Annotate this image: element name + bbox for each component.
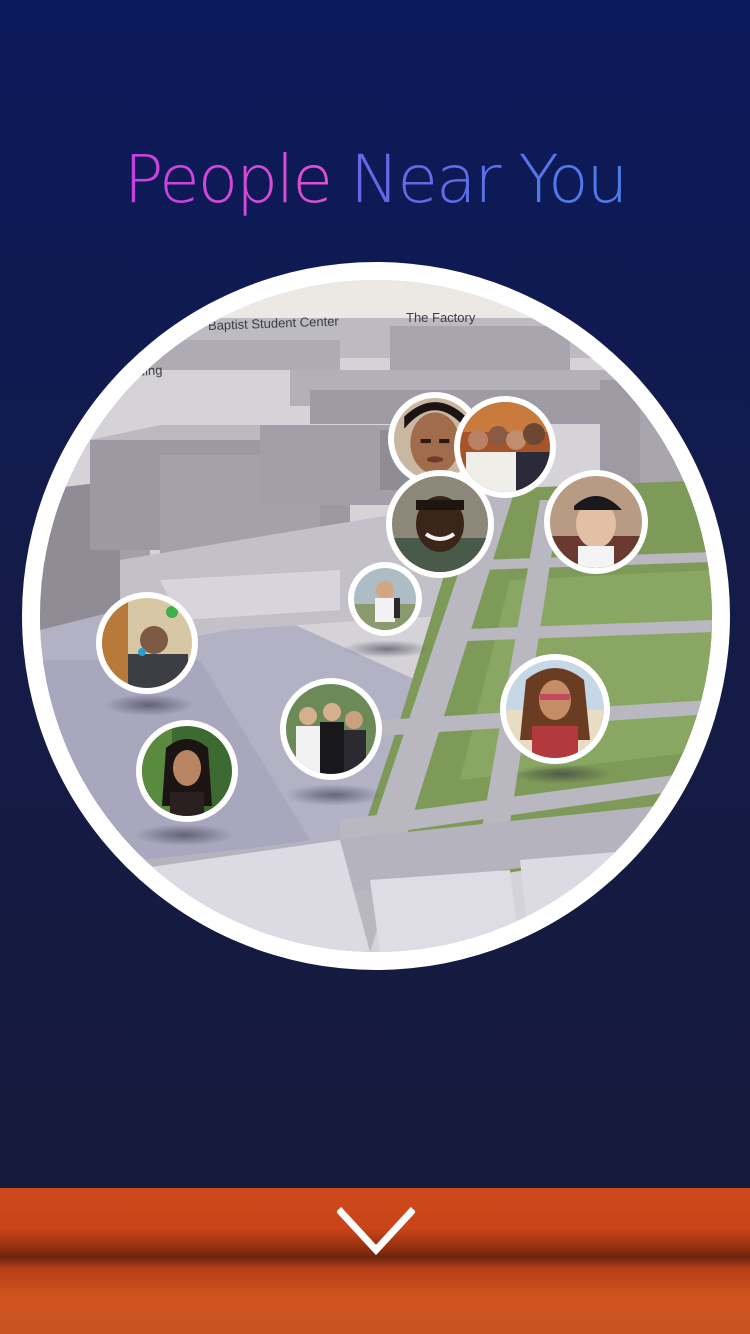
pin-shadow	[512, 764, 612, 784]
map-label: The Factory	[406, 310, 476, 325]
pin-shadow	[104, 694, 194, 716]
avatar	[102, 598, 192, 688]
pin-shadow	[284, 784, 384, 806]
chevron-down-icon[interactable]	[337, 1206, 415, 1258]
avatar	[354, 568, 416, 630]
page-title: People Near You	[0, 140, 750, 220]
avatar-pin[interactable]	[386, 470, 494, 578]
avatar	[286, 684, 376, 774]
avatar	[506, 660, 604, 758]
map-label: Hota	[637, 322, 667, 340]
title-near-you: Near You	[349, 141, 628, 218]
avatar	[142, 726, 232, 816]
avatar-pin[interactable]	[544, 470, 648, 574]
avatar-pin[interactable]	[348, 562, 422, 636]
avatar-pin[interactable]	[500, 654, 610, 764]
map-frame: Baptist Student Center The Factory Hota …	[22, 262, 730, 970]
map-label: ilding	[131, 362, 163, 379]
avatar-pin[interactable]	[96, 592, 198, 694]
avatar	[550, 476, 642, 568]
avatar-pin[interactable]	[136, 720, 238, 822]
avatar	[460, 402, 550, 492]
avatar	[392, 476, 488, 572]
pin-shadow	[342, 640, 432, 658]
pin-shadow	[134, 824, 234, 846]
avatar-pin[interactable]	[280, 678, 382, 780]
title-people: People	[123, 141, 333, 218]
